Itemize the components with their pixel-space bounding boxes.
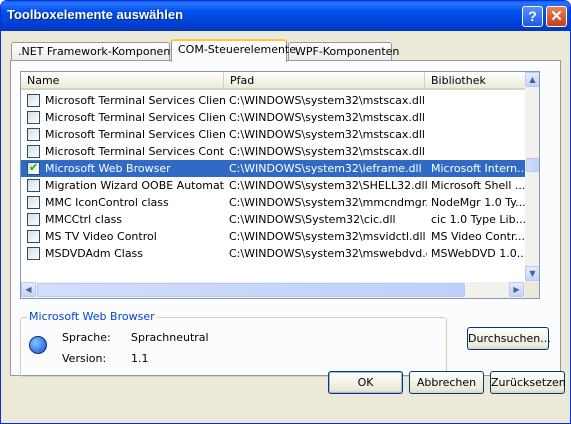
row-checkbox[interactable] [27,196,40,209]
row-library: MSWebDVD 1.0... [431,247,525,260]
globe-icon [29,336,47,354]
column-header-path[interactable]: Pfad [224,72,425,90]
row-library [431,92,525,109]
row-library: MS Video Contr... [431,230,525,243]
row-name: Microsoft Web Browser [45,162,171,175]
row-path: C:\WINDOWS\system32\SHELL32.dll [229,179,427,192]
details-group: Microsoft Web Browser Sprache: Sprachneu… [20,310,447,377]
row-library: NodeMgr 1.0 Ty... [431,196,525,209]
ok-button[interactable]: OK [328,371,403,394]
tab-com-controls[interactable]: COM-Steuerelemente [171,39,296,62]
row-path: C:\WINDOWS\system32\mstscax.dll [229,94,425,107]
row-name: MMCCtrl class [45,213,123,226]
row-name: MSDVDAdm Class [45,247,144,260]
row-path: C:\WINDOWS\system32\mstscax.dll [229,111,425,124]
row-name: MMC IconControl class [45,196,169,209]
row-checkbox[interactable] [27,247,40,260]
row-path: C:\WINDOWS\system32\mmcndmgr.dll [229,196,427,209]
scroll-right-icon[interactable]: ▶ [509,282,524,297]
row-name: Migration Wizard OOBE Automatio... [45,179,225,192]
row-checkbox[interactable] [27,128,40,141]
column-header-library[interactable]: Bibliothek [425,72,525,90]
row-name: Microsoft Terminal Services Client ... [45,94,225,107]
table-row[interactable]: MS TV Video Control C:\WINDOWS\system32\m… [21,228,525,245]
row-library: cic 1.0 Type Lib... [431,213,525,226]
vertical-scroll-thumb[interactable] [526,158,539,172]
dialog-window: Toolboxelemente auswählen ? ✕ .NET Frame… [0,0,571,424]
scroll-up-icon[interactable]: ▲ [525,72,539,87]
column-header-name[interactable]: Name [21,72,224,90]
dialog-body: .NET Framework-Komponenten COM-Steuerele… [4,31,567,422]
tab-net-framework[interactable]: .NET Framework-Komponenten [11,42,188,61]
row-path: C:\WINDOWS\System32\cic.dll [229,213,396,226]
row-checkbox[interactable] [27,230,40,243]
scroll-down-icon[interactable]: ▼ [525,266,539,281]
row-library [431,126,525,143]
table-row[interactable]: MMC IconControl class C:\WINDOWS\system32… [21,194,525,211]
horizontal-scroll-thumb[interactable] [37,283,465,297]
row-library [431,109,525,126]
row-name: Microsoft Terminal Services Control [45,145,225,158]
table-row[interactable]: Migration Wizard OOBE Automatio... C:\WIN… [21,177,525,194]
window-title: Toolboxelemente auswählen [7,7,184,22]
table-row[interactable]: Microsoft Terminal Services Client ... C:… [21,109,525,126]
scroll-left-icon[interactable]: ◀ [21,282,36,297]
language-value: Sprachneutral [131,331,209,344]
table-row[interactable]: Microsoft Terminal Services Client ... C:… [21,92,525,109]
version-value: 1.1 [131,352,149,365]
tab-panel: Name Pfad Bibliothek Microsoft Terminal … [10,60,561,377]
row-library: Microsoft Intern... [431,162,525,175]
table-row[interactable]: MMCCtrl class C:\WINDOWS\System32\cic.dll… [21,211,525,228]
row-name: Microsoft Terminal Services Client ... [45,111,225,124]
row-checkbox[interactable] [27,94,40,107]
version-label: Version: [62,352,107,365]
scroll-corner [525,282,539,298]
row-library: Microsoft Shell ... [431,179,525,192]
title-bar[interactable]: Toolboxelemente auswählen ? ✕ [1,1,570,31]
row-path: C:\WINDOWS\system32\msvidctl.dll [229,230,426,243]
help-button[interactable]: ? [522,6,543,27]
row-checkbox[interactable] [27,213,40,226]
list-header: Name Pfad Bibliothek [21,72,525,90]
vertical-scrollbar[interactable]: ▲ ▼ [525,72,539,282]
row-path: C:\WINDOWS\system32\mswebdvd.dll [229,247,427,260]
language-label: Sprache: [62,331,111,344]
row-checkbox[interactable] [27,111,40,124]
row-checkbox[interactable] [27,145,40,158]
row-library [431,143,525,160]
row-name: Microsoft Terminal Services Client ... [45,128,225,141]
tab-wpf[interactable]: WPF-Komponenten [288,42,399,61]
row-path: C:\WINDOWS\system32\mstscax.dll [229,145,425,158]
table-row[interactable]: MSDVDAdm Class C:\WINDOWS\system32\mswebd… [21,245,525,262]
row-name: MS TV Video Control [45,230,157,243]
cancel-button[interactable]: Abbrechen [409,371,484,394]
horizontal-scrollbar[interactable]: ◀ ▶ [21,282,525,298]
browse-button[interactable]: Durchsuchen... [467,327,551,350]
row-path: C:\WINDOWS\system32\mstscax.dll [229,128,425,141]
row-path: C:\WINDOWS\system32\ieframe.dll [229,162,422,175]
table-row[interactable]: Microsoft Terminal Services Control C:\WI… [21,143,525,160]
close-button[interactable]: ✕ [546,6,567,27]
table-row[interactable]: Microsoft Web Browser C:\WINDOWS\system32… [21,160,525,177]
reset-button[interactable]: Zurücksetzen [490,371,566,394]
row-checkbox[interactable] [27,161,40,175]
table-row[interactable]: Microsoft Terminal Services Client ... C:… [21,126,525,143]
component-list[interactable]: Name Pfad Bibliothek Microsoft Terminal … [20,71,540,299]
details-group-title: Microsoft Web Browser [27,310,157,323]
row-checkbox[interactable] [27,179,40,192]
